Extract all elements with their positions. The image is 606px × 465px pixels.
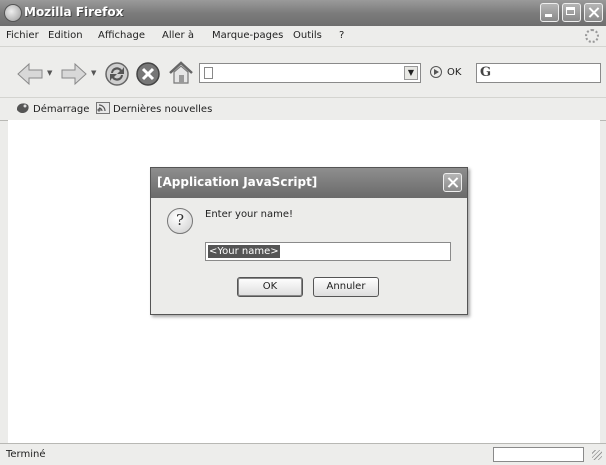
maximize-button[interactable]	[562, 3, 581, 22]
ok-button[interactable]: OK	[237, 277, 303, 297]
url-dropdown-chevron-icon[interactable]: ▼	[404, 66, 418, 80]
status-bar: Terminé	[0, 443, 606, 465]
bookmarks-toolbar: Démarrage Dernières nouvelles	[0, 97, 606, 121]
browser-window: Mozilla Firefox Fichier Edition Affichag…	[0, 0, 606, 465]
menu-edition[interactable]: Edition	[48, 30, 83, 41]
menu-affichage[interactable]: Affichage	[98, 30, 145, 41]
dialog-title-bar: [Application JavaScript]	[151, 168, 467, 198]
bookmark-demarrage[interactable]: Démarrage	[16, 102, 89, 116]
name-input-value: <Your name>	[208, 245, 280, 258]
menu-marque-pages[interactable]: Marque-pages	[212, 30, 283, 41]
dialog-message: Enter your name!	[205, 209, 294, 220]
status-text: Terminé	[6, 449, 46, 460]
question-icon: ?	[167, 208, 193, 234]
resize-grip[interactable]	[592, 450, 602, 460]
menu-help[interactable]: ?	[339, 30, 344, 41]
rss-feed-icon	[96, 102, 110, 114]
go-icon[interactable]	[430, 66, 442, 78]
title-bar: Mozilla Firefox	[0, 0, 606, 27]
status-progress-panel	[493, 447, 584, 462]
url-input[interactable]	[218, 66, 398, 82]
dialog-close-button[interactable]	[443, 173, 462, 192]
bookmark-label: Dernières nouvelles	[113, 104, 213, 115]
name-input[interactable]: <Your name>	[205, 242, 451, 261]
forward-history-chevron-icon[interactable]: ▼	[91, 69, 96, 77]
dialog-title: [Application JavaScript]	[157, 175, 318, 189]
firefox-logo-icon	[4, 4, 22, 22]
menu-bar: Fichier Edition Affichage Aller à Marque…	[0, 26, 606, 46]
javascript-prompt-dialog: [Application JavaScript] ? Enter your na…	[150, 167, 468, 315]
menu-aller-a[interactable]: Aller à	[162, 30, 194, 41]
forward-arrow-icon[interactable]	[60, 61, 88, 87]
firefox-bookmark-icon	[17, 103, 29, 114]
bookmark-dernieres-nouvelles[interactable]: Dernières nouvelles	[96, 102, 212, 116]
home-icon[interactable]	[167, 59, 195, 87]
window-title: Mozilla Firefox	[24, 5, 124, 19]
google-search-engine-icon[interactable]: G	[480, 65, 491, 80]
page-icon	[204, 67, 213, 79]
search-bar[interactable]: G	[476, 63, 601, 83]
cancel-button[interactable]: Annuler	[313, 277, 379, 297]
menu-outils[interactable]: Outils	[293, 30, 322, 41]
back-arrow-icon[interactable]	[16, 61, 44, 87]
search-input[interactable]	[499, 66, 599, 82]
go-button[interactable]: OK	[447, 67, 461, 78]
bookmark-label: Démarrage	[33, 104, 90, 115]
throbber-icon	[585, 29, 599, 43]
back-history-chevron-icon[interactable]: ▼	[47, 69, 52, 77]
reload-icon[interactable]	[103, 60, 131, 88]
minimize-button[interactable]	[540, 3, 559, 22]
close-window-button[interactable]	[584, 3, 603, 22]
stop-icon[interactable]	[134, 60, 162, 88]
address-bar[interactable]: ▼	[199, 63, 421, 83]
menu-fichier[interactable]: Fichier	[6, 30, 39, 41]
